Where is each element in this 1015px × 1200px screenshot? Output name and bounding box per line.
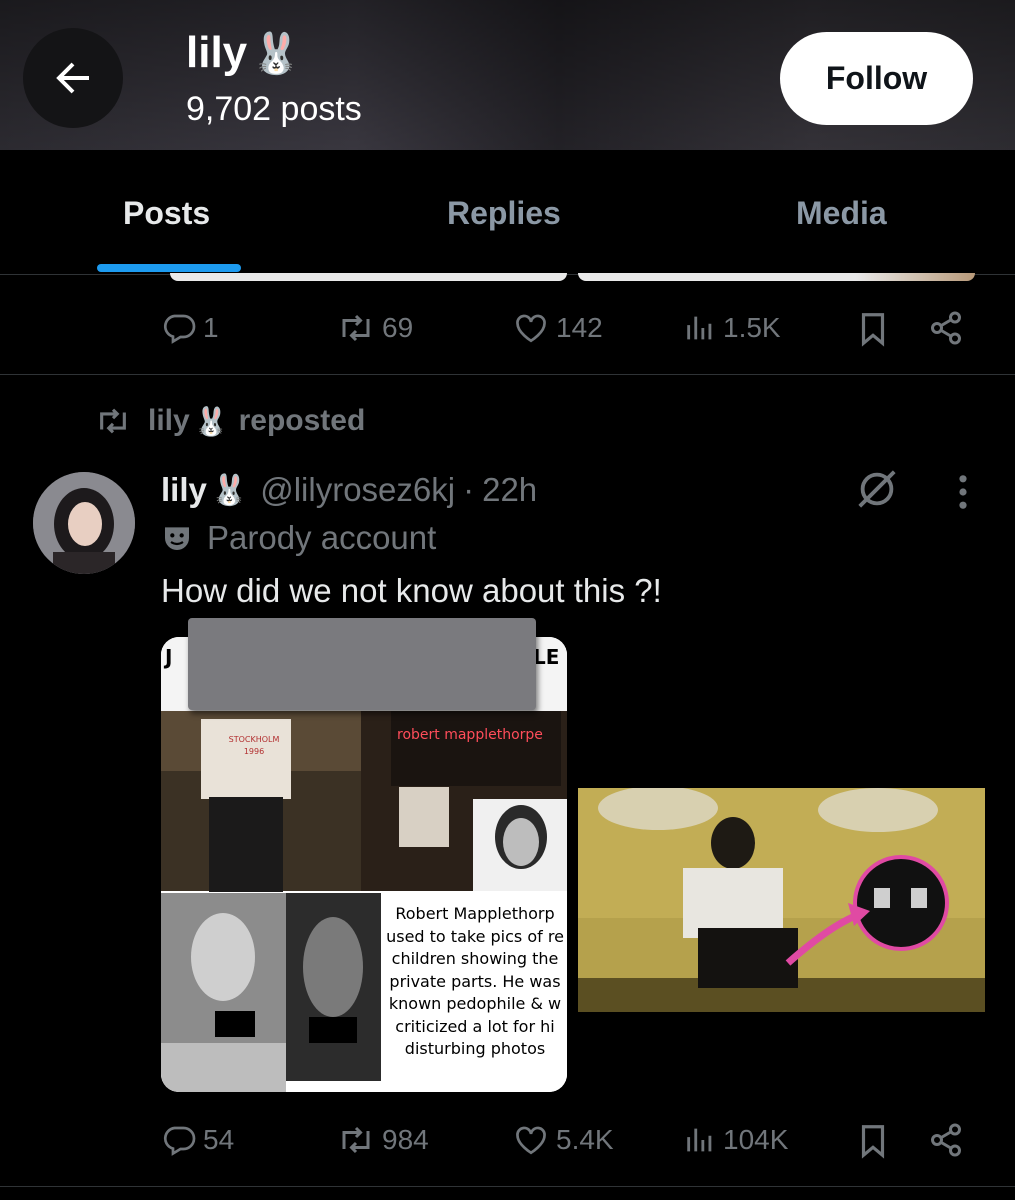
views-icon (687, 316, 712, 340)
parody-label-text: Parody account (207, 519, 437, 556)
separator: · (463, 471, 475, 508)
photo-graphic (578, 788, 985, 1012)
caption-line: criticized a lot for hi (395, 1016, 555, 1036)
more-icon[interactable] (950, 474, 976, 515)
bookmark-icon (861, 313, 885, 347)
caption-line: private parts. He was (389, 971, 561, 991)
like-count: 142 (556, 312, 603, 343)
like-icon (516, 1126, 546, 1155)
tab-media[interactable]: Media (796, 195, 887, 232)
views-count: 104K (723, 1124, 789, 1155)
repost-icon (342, 314, 370, 342)
media-image-photo[interactable] (578, 788, 985, 1012)
reply-icon (163, 314, 196, 344)
profile-name: lily 🐰 (186, 28, 301, 78)
like-action[interactable]: 142 (512, 310, 603, 346)
repost-suffix: reposted (238, 404, 366, 437)
tab-posts[interactable]: Posts (123, 195, 210, 232)
shirt-text-1: STOCKHOLM (228, 735, 280, 744)
repost-action[interactable]: 69 (336, 310, 413, 346)
caption-line: Robert Mapplethorp (395, 904, 555, 923)
share-icon (931, 1123, 961, 1157)
parody-label: Parody account (161, 519, 436, 557)
bookmark-action[interactable] (857, 1122, 889, 1160)
reply-action[interactable]: 54 (161, 1122, 234, 1158)
grok-icon[interactable] (854, 466, 900, 517)
collage-red-label: robert mapplethorpe (397, 727, 543, 743)
caption-line: known pedophile & w (388, 994, 562, 1013)
collage-caption-text: Robert Mapplethorp used to take pics of … (383, 903, 567, 1061)
author-handle[interactable]: @lilyrosez6kj (260, 471, 455, 509)
post-text: How did we not know about this ?! (161, 572, 662, 609)
repost-banner[interactable]: lily 🐰 reposted (92, 404, 365, 438)
active-tab-indicator (97, 264, 241, 272)
reply-action[interactable]: 1 (161, 310, 219, 346)
follow-button[interactable]: Follow (780, 32, 973, 125)
reply-icon (163, 1126, 196, 1156)
caption-line: used to take pics of re (386, 926, 564, 946)
rabbit-emoji-icon: 🐰 (251, 31, 301, 76)
redaction-box (188, 618, 536, 710)
caption-line: disturbing photos (404, 1039, 546, 1058)
views-action[interactable]: 1.5K (683, 310, 781, 346)
post-header: lily 🐰 @lilyrosez6kj · 22h (161, 471, 537, 509)
views-icon (687, 1128, 712, 1152)
profile-tabs: Posts Replies Media (0, 150, 1015, 275)
rabbit-emoji-icon: 🐰 (210, 473, 249, 507)
like-count: 5.4K (556, 1124, 614, 1155)
post-divider (0, 374, 1015, 375)
reply-count: 1 (203, 312, 219, 343)
previous-media-edge-right (578, 273, 975, 281)
repost-count: 984 (382, 1124, 429, 1155)
profile-name-text: lily (186, 28, 248, 77)
back-arrow-icon (56, 62, 89, 94)
bookmark-action[interactable] (857, 310, 889, 348)
parody-mask-icon (165, 527, 189, 550)
views-count: 1.5K (723, 312, 781, 343)
share-icon (931, 311, 961, 345)
author-name[interactable]: lily (161, 471, 207, 509)
share-action[interactable] (928, 310, 964, 346)
repost-count: 69 (382, 312, 414, 343)
tab-replies[interactable]: Replies (447, 195, 561, 232)
like-action[interactable]: 5.4K (512, 1122, 614, 1158)
like-icon (516, 314, 546, 343)
shirt-text-2: 1996 (243, 747, 265, 756)
reposter-name: lily (148, 404, 190, 437)
previous-media-edge-left (170, 273, 567, 281)
reply-count: 54 (203, 1124, 235, 1155)
caption-line: children showing the (391, 949, 559, 968)
collage-caption-right: LE (533, 645, 560, 669)
rabbit-emoji-icon: 🐰 (193, 405, 229, 437)
censor-bar (309, 1017, 357, 1043)
avatar[interactable] (33, 472, 135, 574)
post-count: 9,702 posts (186, 90, 362, 128)
repost-icon (100, 408, 126, 434)
bookmark-icon (861, 1125, 885, 1159)
collage-caption-left: J (165, 645, 173, 669)
post-time[interactable]: 22h (482, 471, 537, 509)
share-action[interactable] (928, 1122, 964, 1158)
censor-bar (215, 1011, 255, 1037)
views-action[interactable]: 104K (683, 1122, 788, 1158)
back-button[interactable] (23, 28, 123, 128)
post-divider (0, 1186, 1015, 1187)
repost-icon (342, 1126, 370, 1154)
repost-action[interactable]: 984 (336, 1122, 429, 1158)
